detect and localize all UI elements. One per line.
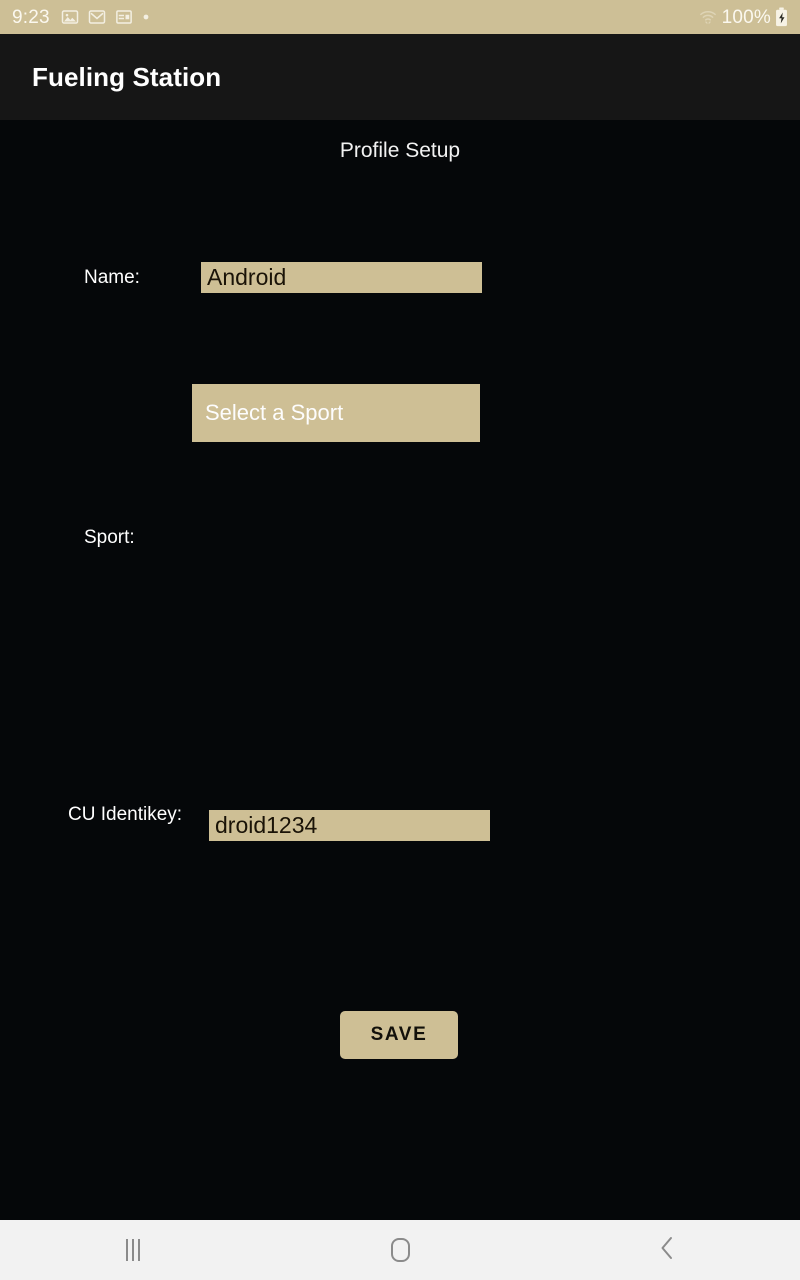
battery-percent-label: 100% <box>721 6 771 28</box>
identikey-input[interactable]: droid1234 <box>209 810 490 841</box>
app-bar: Fueling Station <box>0 34 800 120</box>
wifi-icon <box>698 8 718 26</box>
name-label: Name: <box>84 267 140 288</box>
page-title: Profile Setup <box>339 139 461 162</box>
calendar-icon <box>115 8 133 26</box>
sport-label: Sport: <box>84 527 135 548</box>
recents-button[interactable] <box>0 1220 267 1280</box>
back-icon <box>656 1235 678 1266</box>
back-button[interactable] <box>533 1220 800 1280</box>
home-icon <box>390 1238 410 1262</box>
home-button[interactable] <box>267 1220 534 1280</box>
status-bar-clock: 9:23 <box>12 6 50 28</box>
status-bar-left: 9:23 <box>12 8 150 27</box>
main-content: Profile Setup Name: Android Select a Spo… <box>0 120 800 1220</box>
dot-icon <box>142 13 150 21</box>
app-title: Fueling Station <box>32 61 222 92</box>
save-button[interactable]: SAVE <box>340 1011 458 1059</box>
gmail-icon <box>88 8 106 26</box>
recents-icon <box>126 1239 141 1261</box>
system-navigation-bar <box>0 1220 800 1280</box>
identikey-label: CU Identikey: <box>68 804 183 825</box>
name-input[interactable]: Android <box>201 262 482 293</box>
status-bar: 9:23 100% <box>0 0 800 34</box>
status-bar-right: 100% <box>698 7 788 27</box>
photos-icon <box>61 8 79 26</box>
battery-charging-icon <box>775 7 788 27</box>
sport-spinner[interactable]: Select a Sport <box>192 384 480 442</box>
